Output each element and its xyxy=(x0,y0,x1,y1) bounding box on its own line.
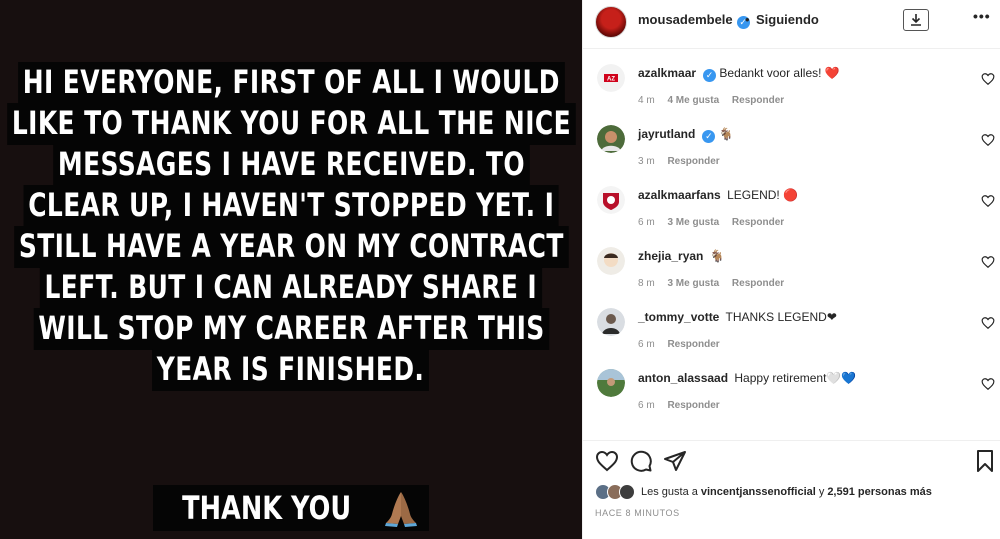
story-line: CLEAR UP, I HAVEN'T STOPPED YET. I xyxy=(23,185,559,227)
comment-likes[interactable]: 3 Me gusta xyxy=(667,217,719,228)
comment-time[interactable]: 3 m xyxy=(638,156,655,167)
comment-meta: 6 m 3 Me gusta Responder xyxy=(638,217,794,228)
likes-others-link[interactable]: 2,591 personas más xyxy=(827,486,932,498)
reply-button[interactable]: Responder xyxy=(667,156,719,167)
commenter-avatar[interactable]: AZ xyxy=(597,64,625,92)
comment-username[interactable]: zhejia_ryan xyxy=(638,249,703,263)
reply-button[interactable]: Responder xyxy=(732,278,784,289)
comment-text-line: anton_alassaad Happy retirement🤍💙 xyxy=(638,371,856,385)
liker-avatar[interactable] xyxy=(619,484,635,500)
heart-icon[interactable] xyxy=(981,255,995,269)
comment-item: AZ azalkmaar ✓ Bedankt voor alles! ❤️ 4 m… xyxy=(583,52,1000,113)
comment-text: 🐐 xyxy=(709,249,725,263)
download-icon[interactable] xyxy=(903,9,929,31)
thank-you-banner: THANK YOU xyxy=(153,485,429,531)
story-text-block: HI EVERYONE, FIRST OF ALL I WOULD LIKE T… xyxy=(0,62,582,391)
actions-divider xyxy=(583,440,1000,441)
comment-bubble-icon[interactable] xyxy=(629,449,653,473)
svg-text:AZ: AZ xyxy=(607,77,615,83)
comment-time[interactable]: 6 m xyxy=(638,339,655,350)
comment-item: azalkmaarfans LEGEND! 🔴 6 m 3 Me gusta R… xyxy=(583,174,1000,235)
comment-username[interactable]: jayrutland xyxy=(638,127,695,141)
heart-icon[interactable] xyxy=(981,133,995,147)
comment-meta: 3 m Responder xyxy=(638,156,730,167)
story-line: LEFT. BUT I CAN ALREADY SHARE I xyxy=(40,267,542,309)
story-line: LIKE TO THANK YOU FOR ALL THE NICE xyxy=(6,103,576,145)
comment-time[interactable]: 8 m xyxy=(638,278,655,289)
comment-text: THANKS LEGEND❤ xyxy=(725,310,837,324)
comment-text-line: azalkmaarfans LEGEND! 🔴 xyxy=(638,188,798,202)
story-line: WILL STOP MY CAREER AFTER THIS xyxy=(33,308,549,350)
comment-likes[interactable]: 3 Me gusta xyxy=(667,278,719,289)
comment-text-line: azalkmaar ✓ Bedankt voor alles! ❤️ xyxy=(638,66,840,82)
comment-text: 🐐 xyxy=(718,127,734,141)
comment-meta: 6 m Responder xyxy=(638,400,730,411)
heart-icon[interactable] xyxy=(981,316,995,330)
heart-icon[interactable] xyxy=(981,72,995,86)
commenter-avatar[interactable] xyxy=(597,247,625,275)
comment-username[interactable]: azalkmaar xyxy=(638,66,696,80)
author-username[interactable]: mousadembele ✓ xyxy=(638,12,750,29)
comment-item: anton_alassaad Happy retirement🤍💙 6 m Re… xyxy=(583,357,1000,418)
reply-button[interactable]: Responder xyxy=(667,400,719,411)
story-image: HI EVERYONE, FIRST OF ALL I WOULD LIKE T… xyxy=(0,0,582,539)
commenter-avatar[interactable] xyxy=(597,308,625,336)
comment-meta: 8 m 3 Me gusta Responder xyxy=(638,278,794,289)
comment-text-line: _tommy_votte THANKS LEGEND❤ xyxy=(638,310,837,324)
comment-time[interactable]: 6 m xyxy=(638,400,655,411)
comment-text: Happy retirement🤍💙 xyxy=(734,371,857,385)
comment-username[interactable]: anton_alassaad xyxy=(638,371,728,385)
author-username-text[interactable]: mousadembele xyxy=(638,12,733,27)
liker-avatars xyxy=(595,483,637,501)
comment-meta: 4 m 4 Me gusta Responder xyxy=(638,95,794,106)
story-line: YEAR IS FINISHED. xyxy=(152,349,430,391)
reply-button[interactable]: Responder xyxy=(667,339,719,350)
heart-icon[interactable] xyxy=(981,194,995,208)
verified-badge-icon: ✓ xyxy=(703,69,717,82)
post-panel: mousadembele ✓ • Siguiendo ••• AZ azalkma… xyxy=(582,0,1000,539)
following-button[interactable]: Siguiendo xyxy=(756,12,819,27)
likes-prefix: Les gusta a xyxy=(641,486,698,498)
verified-badge-icon: ✓ xyxy=(702,130,716,143)
heart-icon[interactable] xyxy=(981,377,995,391)
author-avatar[interactable] xyxy=(595,6,627,38)
more-options-icon[interactable]: ••• xyxy=(973,8,991,24)
comment-item: _tommy_votte THANKS LEGEND❤ 6 m Responde… xyxy=(583,296,1000,357)
like-heart-icon[interactable] xyxy=(595,449,619,473)
bookmark-icon[interactable] xyxy=(973,449,997,473)
likes-connector: y xyxy=(818,486,825,498)
post-timestamp[interactable]: HACE 8 MINUTOS xyxy=(595,508,680,518)
header-separator: • xyxy=(745,12,750,27)
likes-summary: Les gusta a vincentjanssenofficial y 2,5… xyxy=(595,481,935,503)
commenter-avatar[interactable] xyxy=(597,125,625,153)
commenter-avatar[interactable] xyxy=(597,186,625,214)
comment-meta: 6 m Responder xyxy=(638,339,730,350)
thank-you-text: THANK YOU xyxy=(182,489,352,527)
comment-text: LEGEND! 🔴 xyxy=(727,188,799,202)
liker-username[interactable]: vincentjanssenofficial xyxy=(701,486,816,498)
comment-likes[interactable]: 4 Me gusta xyxy=(667,95,719,106)
story-line: STILL HAVE A YEAR ON MY CONTRACT xyxy=(13,226,569,268)
commenter-avatar[interactable] xyxy=(597,369,625,397)
download-arrow-icon xyxy=(911,14,921,26)
praying-hands-icon xyxy=(384,492,417,527)
reply-button[interactable]: Responder xyxy=(732,217,784,228)
story-line: HI EVERYONE, FIRST OF ALL I WOULD xyxy=(17,62,565,104)
post-header: mousadembele ✓ • Siguiendo ••• xyxy=(583,0,1000,46)
header-divider xyxy=(583,48,1000,49)
comment-time[interactable]: 4 m xyxy=(638,95,655,106)
comment-text-line: jayrutland ✓ 🐐 xyxy=(638,127,734,143)
story-line: MESSAGES I HAVE RECEIVED. TO xyxy=(52,144,530,186)
comment-username[interactable]: azalkmaarfans xyxy=(638,188,721,202)
comment-text: Bedankt voor alles! ❤️ xyxy=(719,66,840,80)
comment-item: zhejia_ryan 🐐 8 m 3 Me gusta Responder xyxy=(583,235,1000,296)
comment-username[interactable]: _tommy_votte xyxy=(638,310,719,324)
reply-button[interactable]: Responder xyxy=(732,95,784,106)
comment-item: jayrutland ✓ 🐐 3 m Responder xyxy=(583,113,1000,174)
comment-text-line: zhejia_ryan 🐐 xyxy=(638,249,725,263)
share-paper-plane-icon[interactable] xyxy=(663,449,687,473)
comment-time[interactable]: 6 m xyxy=(638,217,655,228)
